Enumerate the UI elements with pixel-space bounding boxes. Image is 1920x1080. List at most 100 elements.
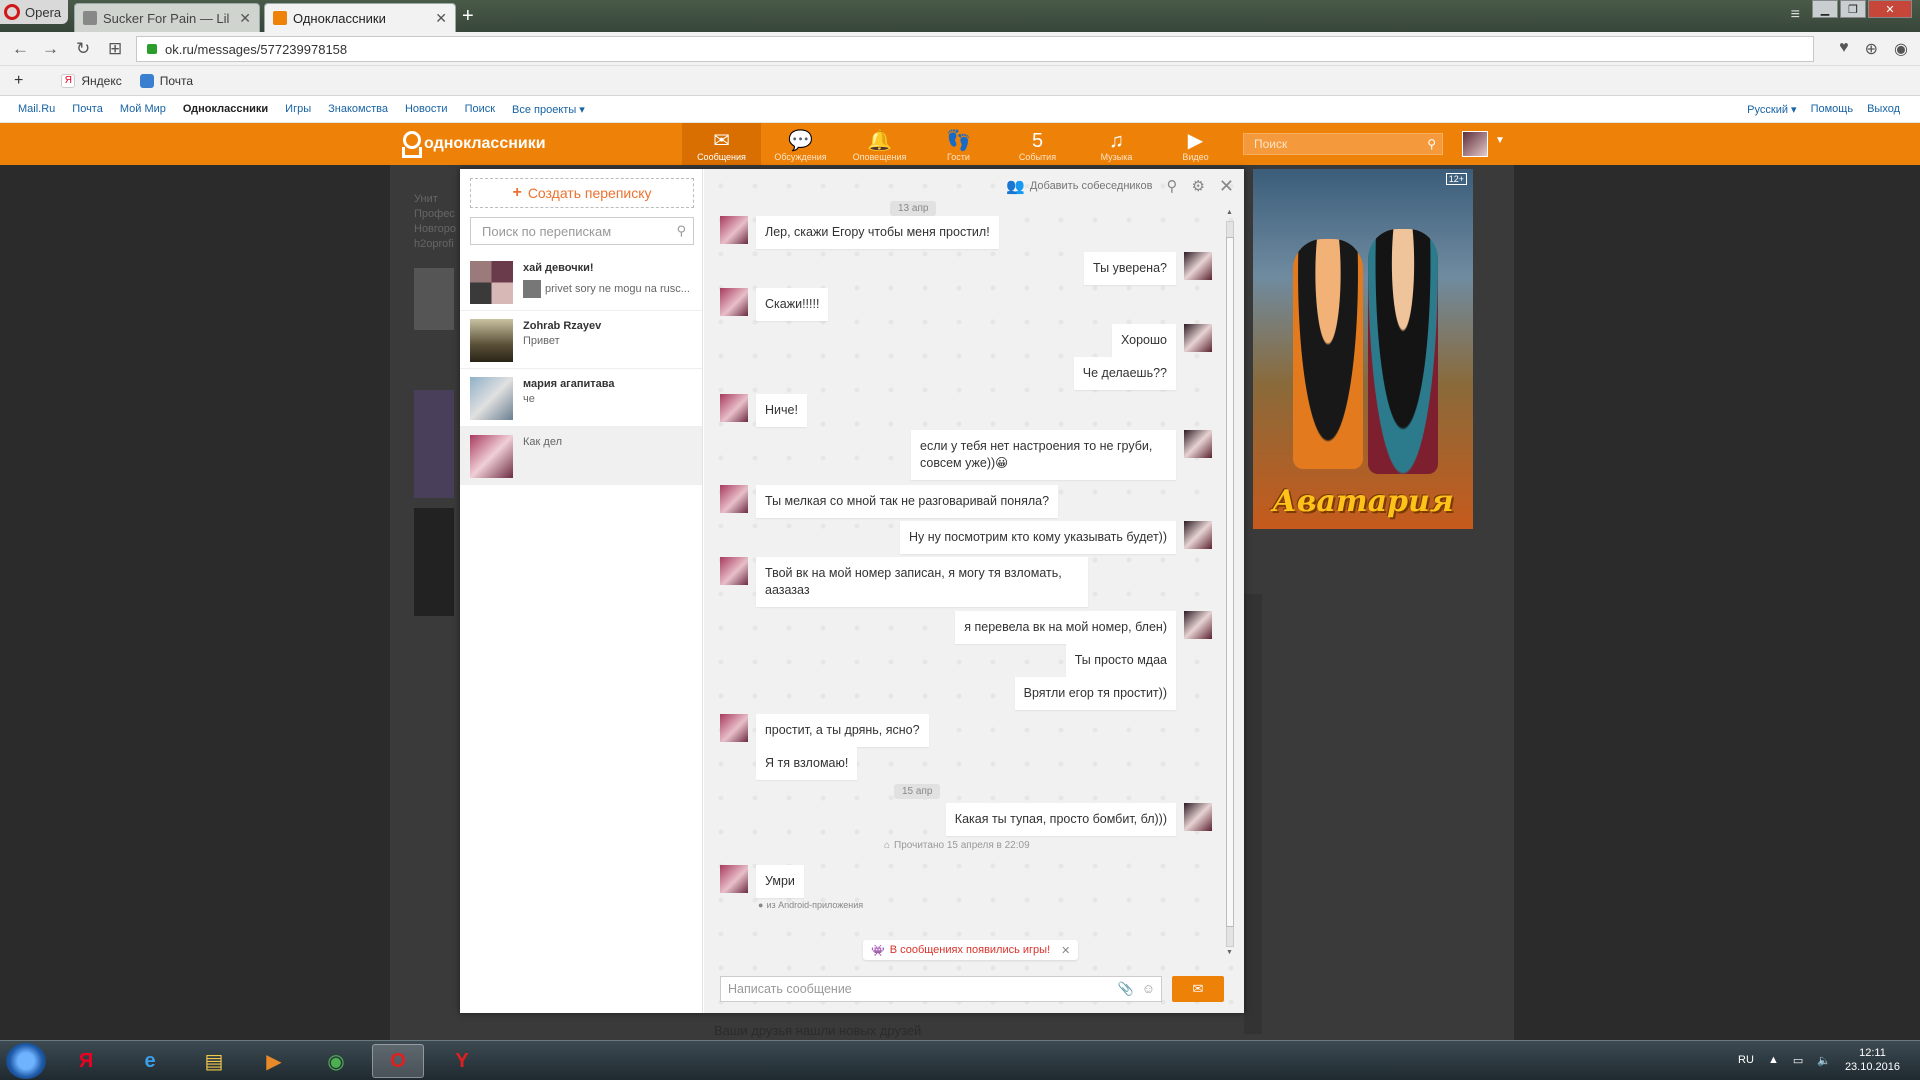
send-button[interactable]: ✉: [1172, 976, 1224, 1002]
search-icon[interactable]: ⚲: [676, 223, 686, 239]
bookmark-yandex[interactable]: Я Яндекс: [61, 73, 122, 88]
opera-menu-button[interactable]: Opera: [0, 0, 68, 24]
search-icon[interactable]: ⚲: [1166, 177, 1177, 195]
taskbar-yandex-browser[interactable]: Y: [436, 1044, 488, 1078]
speed-dial-icon[interactable]: ⊞: [108, 39, 122, 59]
search-icon[interactable]: ⚲: [1427, 137, 1436, 151]
add-participants-button[interactable]: 👥 Добавить собеседников: [1006, 177, 1152, 195]
conversation-search-input[interactable]: Поиск по перепискам ⚲: [470, 217, 694, 245]
taskbar-media[interactable]: ▶: [248, 1044, 300, 1078]
browser-tab-ok[interactable]: Одноклассники ✕: [264, 3, 456, 32]
attach-icon[interactable]: 📎: [1118, 981, 1134, 997]
taskbar-explorer[interactable]: ▤: [188, 1044, 240, 1078]
gear-icon[interactable]: ⚙: [1191, 177, 1204, 195]
conversation-item[interactable]: Zohrab Rzayev Привет: [460, 311, 702, 369]
help-link[interactable]: Помощь: [1811, 103, 1854, 116]
nav-guests[interactable]: 👣 Гости: [919, 123, 998, 165]
avatar[interactable]: [720, 557, 748, 585]
volume-icon[interactable]: 🔈: [1817, 1054, 1831, 1067]
maximize-button[interactable]: ❐: [1840, 0, 1866, 18]
avatar[interactable]: [720, 288, 748, 316]
portal-link-games[interactable]: Игры: [285, 103, 311, 116]
nav-notifications[interactable]: 🔔 Оповещения: [840, 123, 919, 165]
portal-link-all-projects[interactable]: Все проекты ▾: [512, 103, 585, 116]
close-tab-icon[interactable]: ✕: [435, 10, 447, 27]
minimize-button[interactable]: ▁: [1812, 0, 1838, 18]
ok-search-input[interactable]: Поиск ⚲: [1243, 133, 1443, 155]
back-icon[interactable]: ←: [12, 39, 29, 59]
conversation-item[interactable]: мария агапитава че: [460, 369, 702, 427]
avatar[interactable]: [720, 394, 748, 422]
new-tab-button[interactable]: +: [462, 5, 474, 27]
avatar[interactable]: [1184, 252, 1212, 280]
ok-header: одноклассники ✉ Сообщения 💬 Обсуждения 🔔…: [0, 123, 1920, 165]
nav-music[interactable]: ♫ Музыка: [1077, 123, 1156, 165]
avatar[interactable]: [1184, 611, 1212, 639]
account-icon[interactable]: ◉: [1894, 39, 1908, 59]
taskbar-opera[interactable]: O: [372, 1044, 424, 1078]
language-select[interactable]: Русский ▾: [1747, 103, 1796, 116]
avatar[interactable]: [720, 714, 748, 742]
start-button[interactable]: [6, 1043, 46, 1079]
taskbar-ie[interactable]: e: [124, 1044, 176, 1078]
heart-icon[interactable]: ♥: [1839, 39, 1849, 59]
conversation-last-message: че: [523, 393, 535, 405]
avatar[interactable]: [1184, 521, 1212, 549]
clock[interactable]: 12:11 23.10.2016: [1845, 1046, 1900, 1074]
tab-menu-icon[interactable]: ≡: [1791, 6, 1800, 24]
close-icon[interactable]: ✕: [1061, 944, 1070, 957]
message-outgoing: я перевела вк на мой номер, блен): [955, 611, 1212, 644]
nav-video[interactable]: ▶ Видео: [1156, 123, 1235, 165]
avatar[interactable]: [1184, 430, 1212, 458]
avatar[interactable]: [720, 485, 748, 513]
smiley-icon[interactable]: ☺: [1142, 981, 1155, 997]
portal-link-myworld[interactable]: Мой Мир: [120, 103, 166, 116]
message-incoming: Я тя взломаю!: [720, 747, 858, 780]
portal-link-mailru[interactable]: Mail.Ru: [18, 103, 55, 116]
ok-logo[interactable]: одноклассники: [400, 131, 546, 157]
portal-link-search[interactable]: Поиск: [465, 103, 495, 116]
taskbar-chrome[interactable]: ◉: [310, 1044, 362, 1078]
user-avatar[interactable]: [1462, 131, 1488, 157]
url-field[interactable]: ok.ru/messages/577239978158: [136, 36, 1814, 62]
create-conversation-button[interactable]: + Создать переписку: [470, 178, 694, 208]
bookmark-mail[interactable]: Почта: [139, 73, 193, 88]
portal-link-ok[interactable]: Одноклассники: [183, 103, 268, 116]
portal-link-mail[interactable]: Почта: [72, 103, 103, 116]
scroll-thumb[interactable]: [1226, 237, 1234, 927]
download-icon[interactable]: ⊕: [1865, 39, 1878, 59]
nav-messages[interactable]: ✉ Сообщения: [682, 123, 761, 165]
network-icon[interactable]: ▭: [1793, 1054, 1803, 1067]
read-receipt-icon: ⌂: [884, 840, 891, 851]
window-close-button[interactable]: ✕: [1868, 0, 1912, 18]
portal-link-news[interactable]: Новости: [405, 103, 448, 116]
portal-link-dating[interactable]: Знакомства: [328, 103, 388, 116]
browser-tab-music[interactable]: Sucker For Pain — Lil Wa ✕: [74, 3, 260, 32]
add-bookmark-icon[interactable]: +: [14, 72, 23, 90]
avatar[interactable]: [720, 216, 748, 244]
scroll-up-icon[interactable]: ▲: [1226, 209, 1233, 216]
last-message-text: privet sory ne mogu na rusc...: [545, 282, 690, 295]
tray-expand-icon[interactable]: ▲: [1768, 1054, 1779, 1066]
nav-events[interactable]: 5 События: [998, 123, 1077, 165]
conversation-item[interactable]: хай девочки! privet sory ne mogu na rusc…: [460, 253, 702, 311]
close-tab-icon[interactable]: ✕: [239, 10, 251, 27]
games-notification[interactable]: 👾 В сообщениях появились игры! ✕: [863, 940, 1079, 960]
conversation-item-selected[interactable]: Как дел: [460, 427, 702, 485]
avatar[interactable]: [720, 865, 748, 893]
avatar[interactable]: [1184, 803, 1212, 831]
message-bubble: Че делаешь??: [1073, 357, 1176, 390]
forward-icon[interactable]: →: [42, 39, 59, 59]
chat-scrollbar[interactable]: ▲ ▼: [1223, 209, 1237, 959]
reload-icon[interactable]: ↻: [76, 39, 90, 59]
close-icon[interactable]: ✕: [1219, 176, 1234, 197]
chevron-down-icon[interactable]: ▼: [1495, 135, 1505, 146]
language-indicator[interactable]: RU: [1738, 1054, 1754, 1066]
message-input[interactable]: Написать сообщение 📎 ☺: [720, 976, 1162, 1002]
scroll-down-icon[interactable]: ▼: [1226, 949, 1233, 956]
taskbar-yandex[interactable]: Я: [60, 1044, 112, 1078]
nav-discussions[interactable]: 💬 Обсуждения: [761, 123, 840, 165]
ad-banner[interactable]: 12+ Аватария: [1253, 169, 1473, 529]
avatar[interactable]: [1184, 324, 1212, 352]
logout-link[interactable]: Выход: [1867, 103, 1900, 116]
